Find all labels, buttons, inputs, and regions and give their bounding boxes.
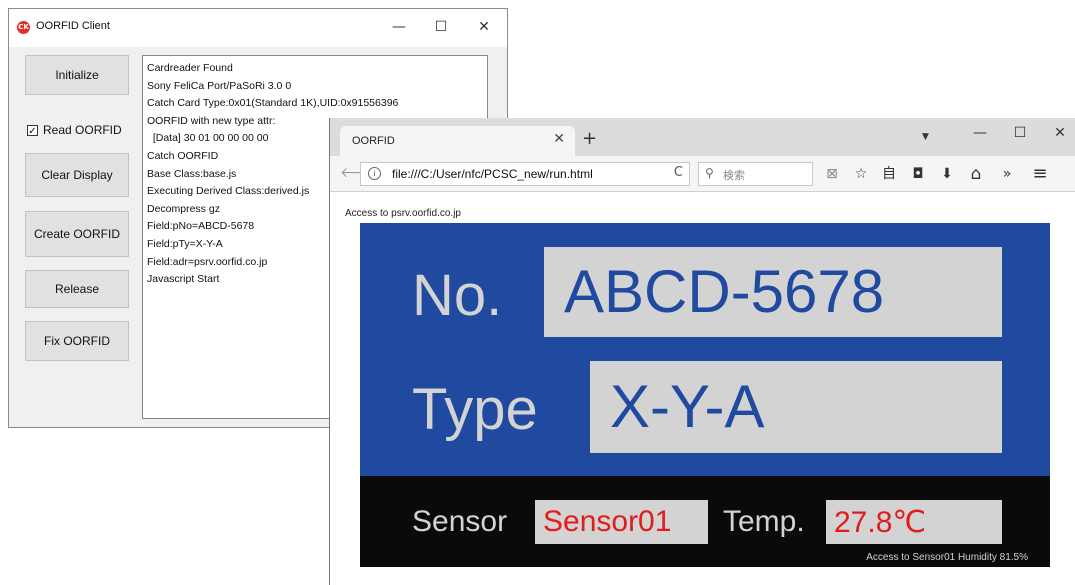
access-server-text: Access to psrv.oorfid.co.jp <box>345 208 461 219</box>
navigation-toolbar: 🡐 i file:///C:/User/nfc/PCSC_new/run.htm… <box>330 156 1075 192</box>
browser-maximize-button[interactable]: ☐ <box>1007 122 1033 144</box>
sensor-value: Sensor01 <box>535 500 708 544</box>
hamburger-menu-icon[interactable]: ≡ <box>1030 164 1050 184</box>
log-line: Cardreader Found <box>147 62 233 74</box>
search-placeholder[interactable]: 検索 <box>723 167 745 183</box>
client-maximize-button[interactable]: ☐ <box>429 16 453 38</box>
log-line: Sony FeliCa Port/PaSoRi 3.0 0 <box>147 79 292 92</box>
library-icon[interactable]: 自 <box>879 164 899 184</box>
site-info-icon[interactable]: i <box>368 167 381 180</box>
sensor-status-line: Access to Sensor01 Humidity 81.5% <box>866 552 1028 563</box>
download-icon[interactable]: ⬇ <box>937 164 957 184</box>
initialize-button[interactable]: Initialize <box>25 55 129 95</box>
search-box[interactable]: ⚲ 検索 <box>698 162 813 186</box>
tab-close-icon[interactable]: ✕ <box>553 131 565 147</box>
browser-window: OORFID ✕ + ▼ — ☐ ✕ 🡐 i file:///C:/User/n… <box>329 118 1075 585</box>
page-content: Access to psrv.oorfid.co.jp No. ABCD-567… <box>330 192 1075 585</box>
home-icon[interactable]: ⌂ <box>966 164 986 184</box>
browser-close-button[interactable]: ✕ <box>1047 122 1073 144</box>
read-oorfid-label: Read OORFID <box>43 123 122 137</box>
tab-list-dropdown-icon[interactable]: ▼ <box>922 132 929 142</box>
tab-strip: OORFID ✕ + ▼ — ☐ ✕ <box>330 118 1075 156</box>
release-button[interactable]: Release <box>25 270 129 308</box>
create-oorfid-button[interactable]: Create OORFID <box>25 211 129 257</box>
new-tab-button[interactable]: + <box>582 128 597 149</box>
no-label: No. <box>412 263 503 328</box>
read-oorfid-checkbox[interactable]: ✓ Read OORFID <box>27 123 122 137</box>
fix-oorfid-button[interactable]: Fix OORFID <box>25 321 129 361</box>
checkbox-box[interactable]: ✓ <box>27 124 38 137</box>
sensor-panel: Sensor Sensor01 Temp. 27.8℃ Access to Se… <box>360 476 1050 567</box>
app-icon: CK <box>17 21 30 34</box>
pocket-icon[interactable]: ◘ <box>908 164 928 184</box>
client-window-title: OORFID Client <box>36 20 110 32</box>
url-text[interactable]: file:///C:/User/nfc/PCSC_new/run.html <box>392 167 593 181</box>
reload-icon[interactable]: C <box>674 165 683 180</box>
overflow-chevron-icon[interactable]: » <box>997 164 1017 184</box>
sensor-label: Sensor <box>412 505 508 538</box>
log-line: Catch Card Type:0x01(Standard 1K),UID:0x… <box>147 97 399 110</box>
client-titlebar[interactable]: CK OORFID Client — ☐ ✕ <box>9 9 507 47</box>
type-label: Type <box>412 377 538 442</box>
clear-display-button[interactable]: Clear Display <box>25 153 129 197</box>
browser-minimize-button[interactable]: — <box>967 122 993 144</box>
bookmark-star-icon[interactable]: ☆ <box>851 164 871 184</box>
tab-title: OORFID <box>352 135 395 147</box>
product-info-panel: No. ABCD-5678 Type X-Y-A <box>360 223 1050 476</box>
client-close-button[interactable]: ✕ <box>472 16 496 38</box>
temp-label: Temp. <box>723 505 805 538</box>
back-arrow-icon[interactable]: 🡐 <box>340 165 378 181</box>
type-value: X-Y-A <box>590 361 1002 453</box>
temp-value: 27.8℃ <box>826 500 1002 544</box>
tab-oorfid[interactable]: OORFID ✕ <box>340 126 575 156</box>
search-icon: ⚲ <box>705 166 714 180</box>
no-value: ABCD-5678 <box>544 247 1002 337</box>
reader-view-icon[interactable]: ⊠ <box>822 164 842 184</box>
address-bar[interactable]: i file:///C:/User/nfc/PCSC_new/run.html … <box>360 162 690 186</box>
client-minimize-button[interactable]: — <box>387 16 411 38</box>
